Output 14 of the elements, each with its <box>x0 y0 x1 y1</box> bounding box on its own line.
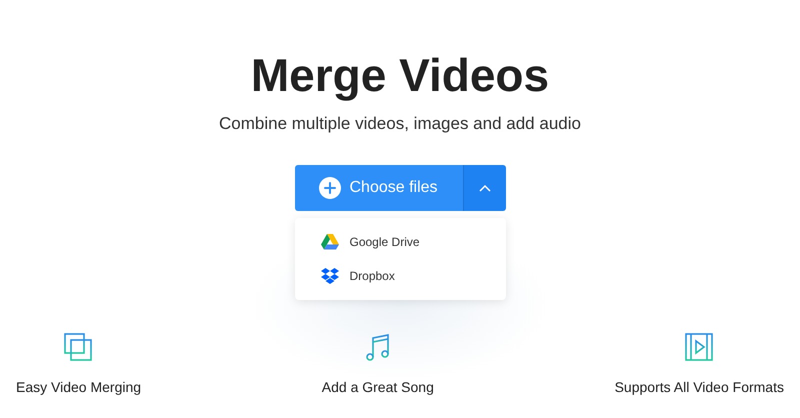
menu-item[interactable]: Google Drive <box>294 225 506 259</box>
page-subtitle: Combine multiple videos, images and add audio <box>219 114 581 134</box>
page-title: Merge Videos <box>250 50 550 100</box>
feature-label: Easy Video Merging <box>16 379 142 395</box>
feature-label: Add a Great Song <box>322 379 434 395</box>
feature-label: Supports All Video Formats <box>614 379 784 395</box>
dropbox-icon <box>320 268 338 284</box>
triangle-icon <box>320 234 338 250</box>
plus-icon <box>318 177 340 199</box>
menu-item[interactable]: Dropbox <box>294 259 506 293</box>
overlapping-squares-icon <box>64 333 94 363</box>
caret-icon <box>478 184 490 192</box>
dropdown-toggle-button[interactable] <box>462 165 506 211</box>
video-frame-icon <box>684 333 714 363</box>
